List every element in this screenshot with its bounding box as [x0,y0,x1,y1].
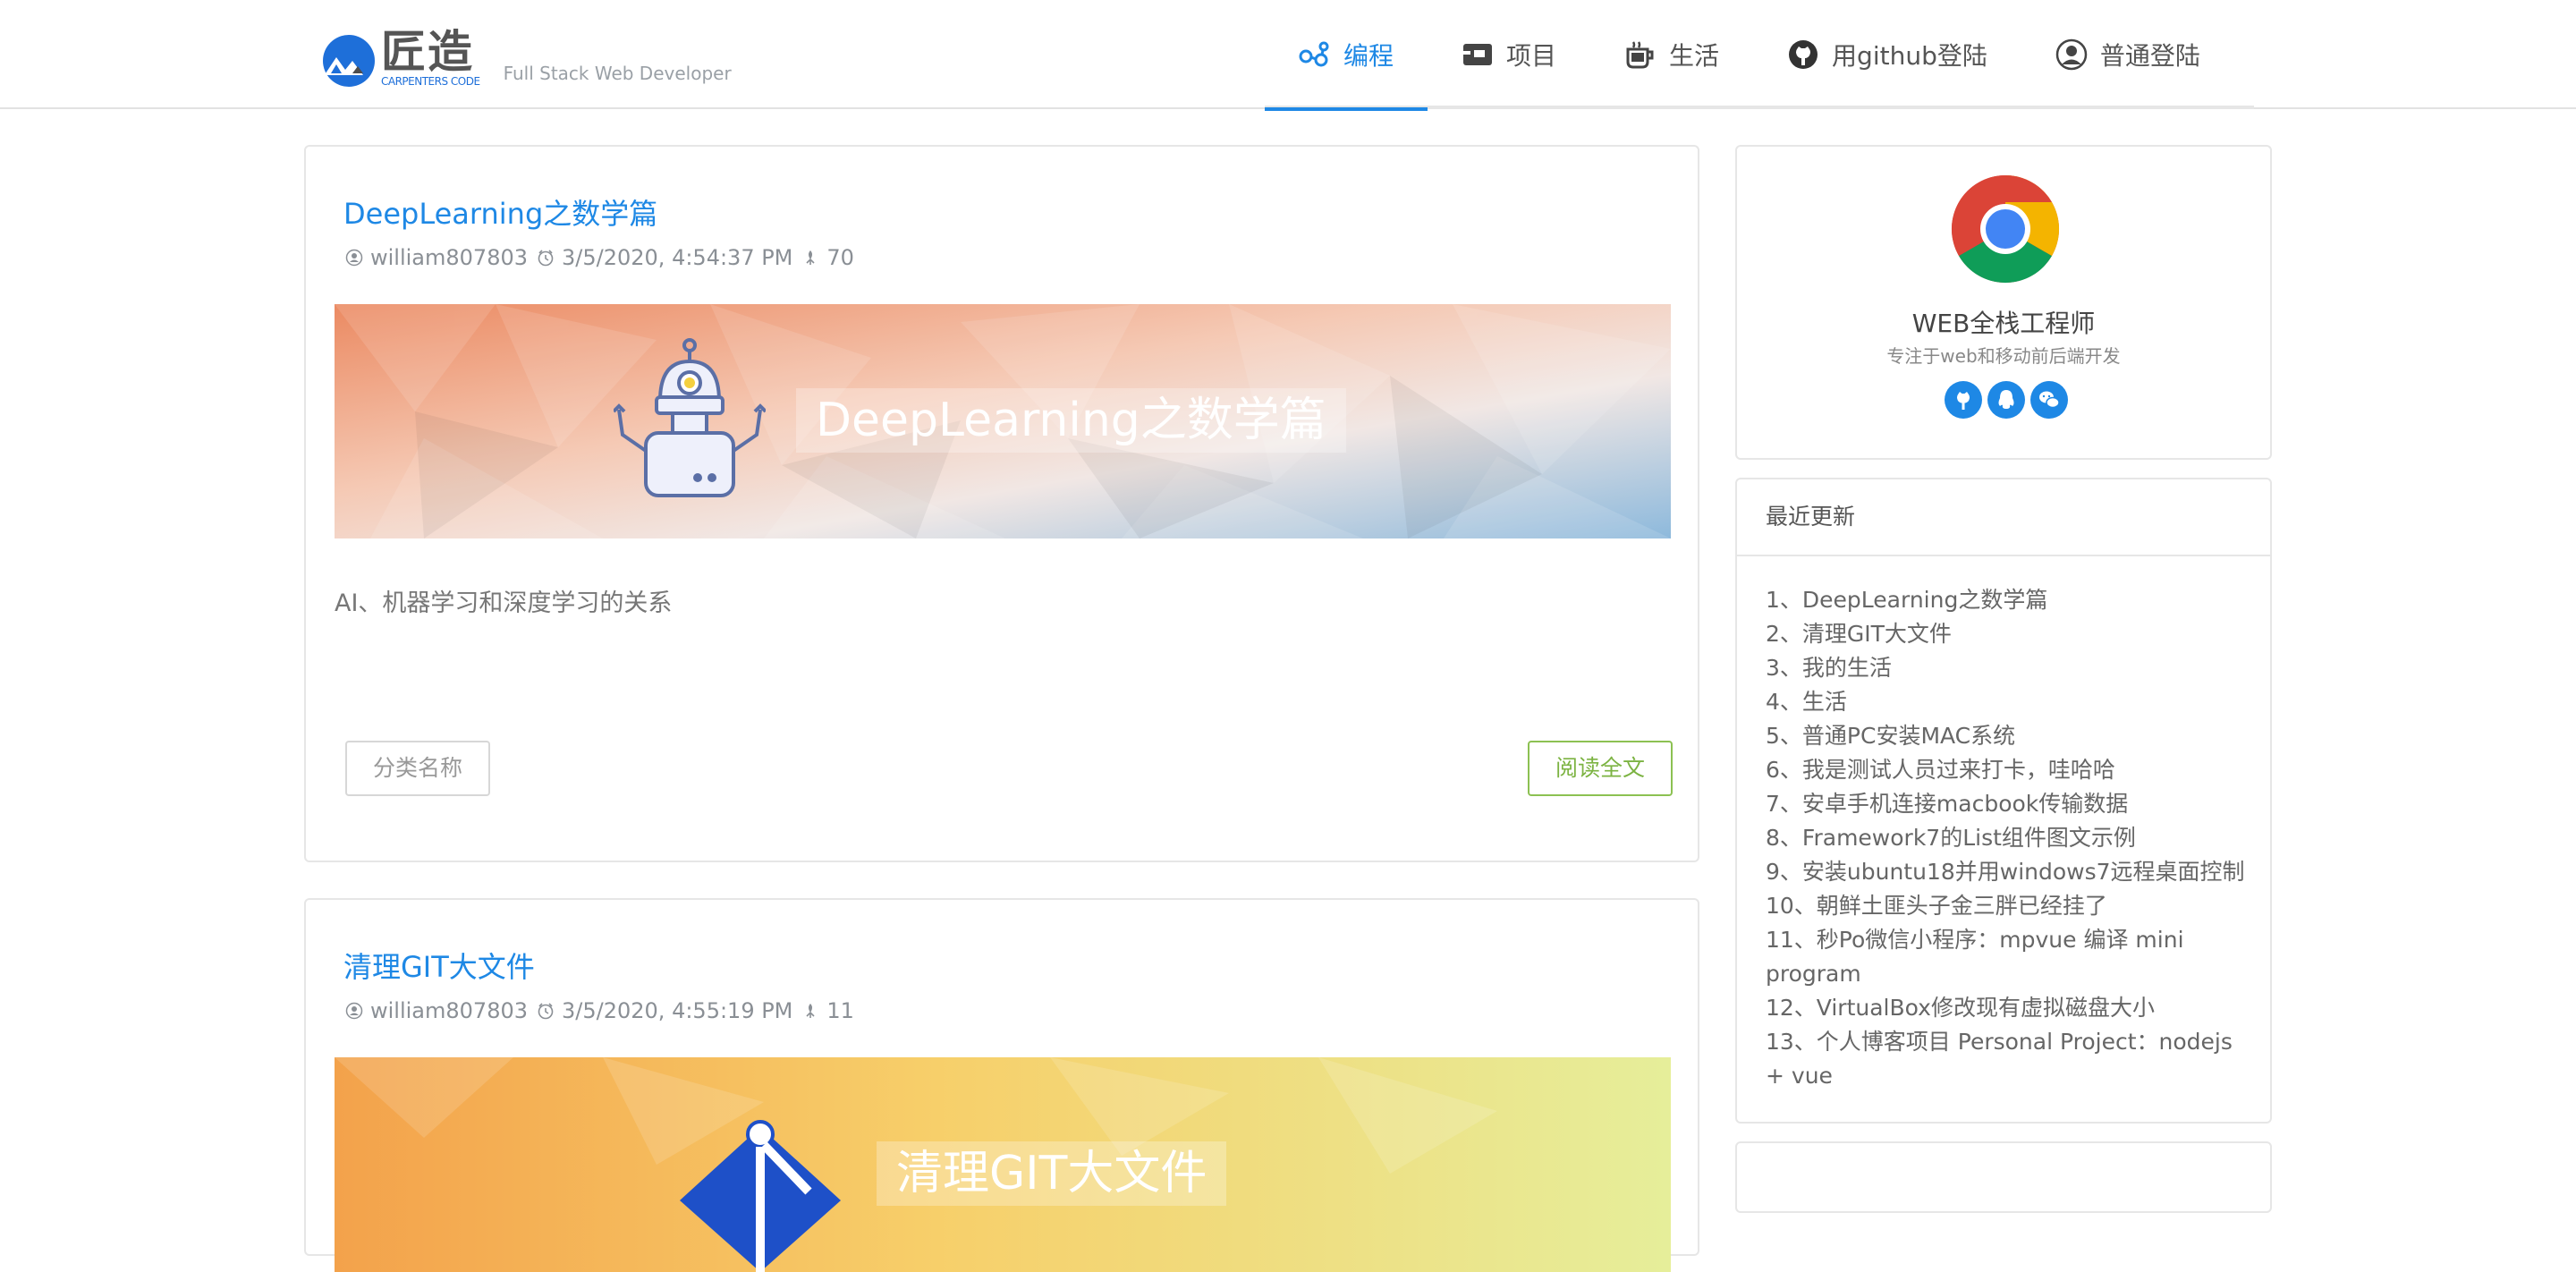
post-summary: AI、机器学习和深度学习的关系 [335,589,673,617]
site-tagline: Full Stack Web Developer [503,63,732,84]
recent-item[interactable]: 8、Framework7的List组件图文示例 [1766,821,2245,855]
post-banner[interactable]: 清理GIT大文件 [335,1057,1671,1272]
robot-icon [614,338,766,497]
nav-item-label: 普通登陆 [2099,41,2200,71]
post-date: 3/5/2020, 4:54:37 PM [562,245,793,270]
graph-nodes-icon [1299,41,1329,67]
recent-item[interactable]: 10、朝鲜土匪头子金三胖已经挂了 [1766,889,2245,923]
profile-card: WEB全栈工程师 专注于web和移动前后端开发 [1735,145,2272,460]
post-meta: william807803 3/5/2020, 4:55:19 PM 11 [345,998,863,1023]
recent-item[interactable]: 3、我的生活 [1766,651,2245,685]
github-link[interactable] [1945,381,1982,419]
post-date: 3/5/2020, 4:55:19 PM [562,998,793,1023]
nav-item-label: 编程 [1343,41,1394,71]
post-author: william807803 [370,245,529,270]
recent-item[interactable]: 13、个人博客项目 Personal Project：nodejs + vue [1766,1025,2245,1093]
nav-item-github-login[interactable]: 用github登陆 [1753,0,2021,109]
recent-item[interactable]: 2、清理GIT大文件 [1766,617,2245,651]
qq-link[interactable] [1987,381,2025,419]
recent-item[interactable]: 9、安装ubuntu18并用windows7远程桌面控制 [1766,855,2245,889]
profile-description: 专注于web和移动前后端开发 [1886,345,2121,367]
nav-item-label: 项目 [1506,41,1557,71]
profile-name: WEB全栈工程师 [1911,309,2096,338]
post-author: william807803 [370,998,529,1023]
recent-item[interactable]: 4、生活 [1766,685,2245,719]
banner-title: 清理GIT大文件 [877,1141,1227,1206]
recent-item[interactable]: 5、普通PC安装MAC系统 [1766,719,2245,753]
recent-item[interactable]: 6、我是测试人员过来打卡，哇哈哈 [1766,753,2245,787]
chrome-avatar-icon [1951,174,2060,284]
qq-penguin-icon [1998,390,2014,409]
recent-list: 1、DeepLearning之数学篇 2、清理GIT大文件 3、我的生活 4、生… [1737,556,2270,1093]
post-meta: william807803 3/5/2020, 4:54:37 PM 70 [345,245,863,270]
wechat-icon [2039,391,2060,409]
social-links [1945,381,2073,419]
read-more-button[interactable]: 阅读全文 [1528,741,1673,796]
post-views: 11 [826,998,854,1023]
nav-item-label: 用github登陆 [1832,41,1987,71]
recent-heading: 最近更新 [1737,479,2270,556]
post-title[interactable]: DeepLearning之数学篇 [343,191,657,233]
clock-icon [538,1003,554,1020]
github-icon [1957,392,1970,410]
views-icon [806,1004,815,1018]
recent-item[interactable]: 12、VirtualBox修改现有虚拟磁盘大小 [1766,991,2245,1025]
project-toolbox-icon [1463,44,1493,65]
category-button[interactable]: 分类名称 [345,741,490,796]
recent-item[interactable]: 1、DeepLearning之数学篇 [1766,583,2245,617]
post-banner[interactable]: DeepLearning之数学篇 [335,304,1671,538]
post-card: DeepLearning之数学篇 william807803 3/5/2020,… [304,145,1699,862]
clock-icon [538,250,554,267]
nav-item-normal-login[interactable]: 普通登陆 [2021,0,2234,109]
recent-item[interactable]: 11、秒Po微信小程序：mpvue 编译 mini program [1766,923,2245,991]
main-nav: 编程 项目 生活 用github登陆 普通登陆 [1265,0,2234,111]
recent-updates-card: 最近更新 1、DeepLearning之数学篇 2、清理GIT大文件 3、我的生… [1735,478,2272,1124]
nav-item-projects[interactable]: 项目 [1428,0,1590,109]
logo-title: 匠造 [381,26,474,78]
post-title[interactable]: 清理GIT大文件 [343,945,535,986]
recent-item[interactable]: 7、安卓手机连接macbook传输数据 [1766,787,2245,821]
banner-title: DeepLearning之数学篇 [796,388,1346,453]
user-icon [345,1002,363,1020]
wechat-link[interactable] [2030,381,2068,419]
logo-mark-icon [322,34,376,88]
post-card: 清理GIT大文件 william807803 3/5/2020, 4:55:19… [304,898,1699,1272]
site-logo[interactable]: 匠造 CARPENTERS CODE Full Stack Web Develo… [322,23,732,88]
coffee-cup-icon [1626,41,1654,69]
nav-item-label: 生活 [1669,41,1720,71]
nav-item-coding[interactable]: 编程 [1265,0,1428,111]
logo-subtitle: CARPENTERS CODE [381,75,480,88]
github-icon [1789,40,1818,69]
sidebar-card [1735,1141,2272,1213]
post-views: 70 [826,245,854,270]
user-icon [345,249,363,267]
user-circle-icon [2055,38,2088,71]
nav-item-life[interactable]: 生活 [1590,0,1753,109]
views-icon [806,250,815,265]
site-header: 匠造 CARPENTERS CODE Full Stack Web Develo… [0,0,2576,111]
